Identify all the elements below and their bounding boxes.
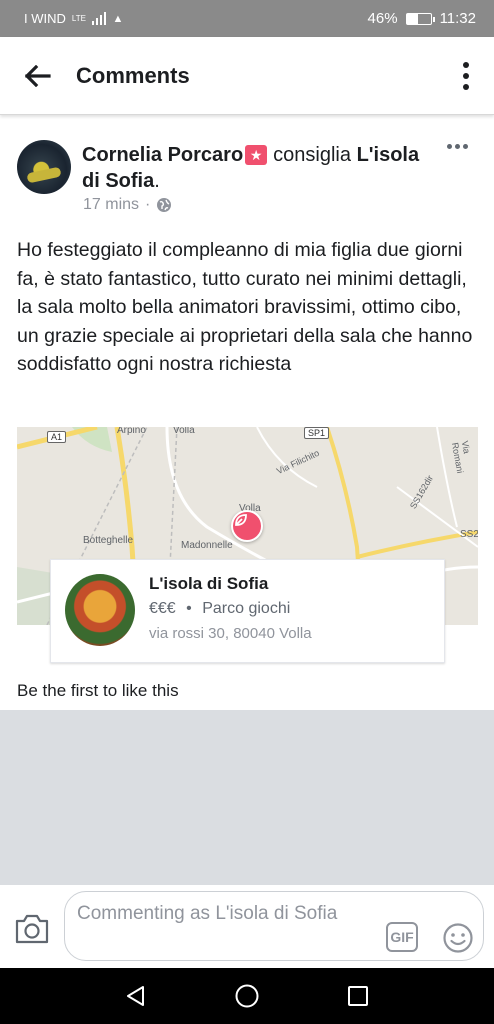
map-label: Volla [173,427,195,436]
page-suffix: . [154,170,160,192]
dot-icon [463,144,468,149]
comment-composer: Commenting as L'isola di Sofia GIF [0,884,494,968]
wifi-icon: ▲ [112,12,124,25]
recommend-star-icon: ★ [245,145,268,165]
empty-comments-area [0,710,494,884]
emoji-button[interactable] [442,922,474,954]
app-header: Comments [0,37,494,115]
triangle-back-icon [126,986,144,1006]
battery-percent: 46% [367,10,398,27]
camera-icon [15,914,49,944]
map-pin[interactable] [231,510,263,542]
leaf-icon [235,514,247,526]
dot-icon [447,144,452,149]
carrier-label: I WIND [24,11,66,26]
place-price: €€€ [149,600,176,617]
status-right: 46% 11:32 [368,10,476,27]
post-meta: 17 mins · [83,196,172,214]
network-type: LTE [71,14,86,23]
vertical-dots-icon [463,61,469,90]
avatar[interactable] [17,140,71,194]
comment-placeholder: Commenting as L'isola di Sofia [77,903,338,924]
system-nav-bar [0,968,494,1024]
recommend-verb: consiglia [273,144,351,166]
page-title: Comments [76,62,190,88]
more-options-button[interactable] [438,37,494,115]
place-address: via rossi 30, 80040 Volla [149,625,312,642]
back-button[interactable] [0,37,76,115]
place-name: L'isola di Sofia [149,574,269,593]
likes-summary[interactable]: Be the first to like this [17,681,179,701]
smiley-icon [443,923,473,953]
post: Cornelia Porcaro ★ consiglia L'isola di So… [0,122,494,700]
battery-fill [406,13,418,24]
place-card[interactable]: L'isola di Sofia €€€ • Parco giochi via … [50,559,445,663]
circle-home-icon [235,984,259,1008]
status-left: I WIND LTE ▲ [24,11,123,26]
place-dot: • [186,600,192,617]
post-header: Cornelia Porcaro ★ consiglia L'isola di So… [0,122,494,222]
map-label: SP1 [304,427,330,439]
clock: 11:32 [439,10,476,27]
map-label: SS2 [460,529,478,540]
camera-button[interactable] [14,913,50,945]
nav-recents-button[interactable] [340,978,376,1014]
comment-input[interactable]: Commenting as L'isola di Sofia GIF [64,891,484,961]
post-text: Ho festeggiato il compleanno di mia figl… [17,239,473,375]
map-label: Botteghelle [83,535,134,546]
meta-separator: · [145,196,151,213]
square-recents-icon [348,986,369,1006]
signal-icon [91,12,107,25]
map-label: Madonnelle [181,540,233,551]
arrow-left-icon [25,64,51,87]
globe-icon [157,198,172,212]
author-name[interactable]: Cornelia Porcaro [82,144,243,166]
post-author-line: Cornelia Porcaro ★ consiglia L'isola di So… [82,142,442,194]
battery-icon [405,12,435,25]
place-logo [65,574,135,646]
post-options-button[interactable] [447,144,468,149]
nav-back-button[interactable] [118,978,154,1014]
map-label: Arpino [117,427,146,436]
post-time[interactable]: 17 mins [83,196,139,214]
dot-icon [455,144,460,149]
nav-home-button[interactable] [229,978,265,1014]
map-label: A1 [47,431,67,443]
gif-button[interactable]: GIF [386,922,418,952]
place-subtitle: €€€ • Parco giochi [149,600,290,618]
place-category: Parco giochi [202,600,291,617]
status-bar: I WIND LTE ▲ 46% 11:32 [0,0,494,37]
